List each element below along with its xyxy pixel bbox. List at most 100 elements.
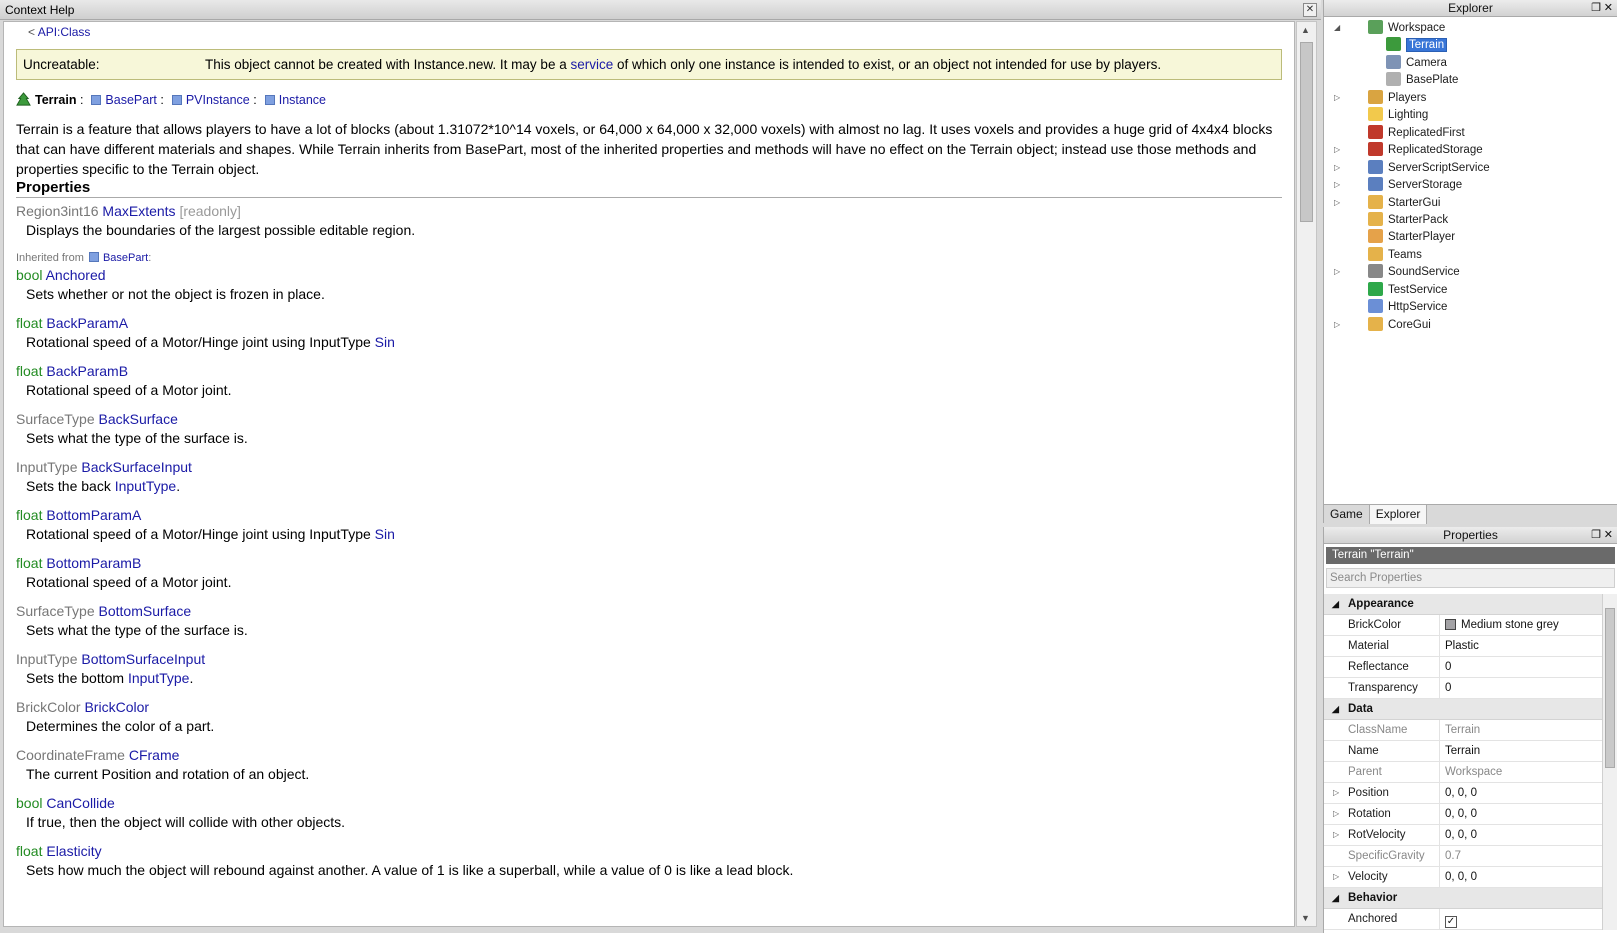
property-link[interactable]: BackSurfaceInput — [81, 459, 192, 475]
tree-item-camera[interactable]: Camera — [1386, 54, 1447, 72]
tree-item-starterpack[interactable]: StarterPack — [1368, 211, 1448, 229]
expand-icon[interactable]: ▷ — [1333, 825, 1339, 845]
property-row-name[interactable]: Name Terrain — [1324, 741, 1602, 762]
category-data[interactable]: ◢ Data — [1324, 699, 1602, 720]
expand-icon[interactable]: ◢ — [1334, 19, 1344, 37]
chain-link-instance[interactable]: Instance — [279, 93, 326, 107]
property-row-rotation[interactable]: ▷ Rotation 0, 0, 0 — [1324, 804, 1602, 825]
property-row-velocity[interactable]: ▷ Velocity 0, 0, 0 — [1324, 867, 1602, 888]
description-text: Rotational speed of a Motor/Hinge joint … — [26, 526, 375, 542]
property-link[interactable]: BottomSurfaceInput — [81, 651, 205, 667]
service-link[interactable]: service — [570, 57, 613, 72]
property-row-material[interactable]: Material Plastic — [1324, 636, 1602, 657]
tree-item-lighting[interactable]: Lighting — [1368, 106, 1428, 124]
property-link[interactable]: Anchored — [46, 267, 106, 283]
expand-icon[interactable]: ▷ — [1334, 263, 1344, 281]
property-link[interactable]: BottomSurface — [99, 603, 192, 619]
description-suffix: . — [176, 478, 181, 494]
expand-icon[interactable]: ▷ — [1333, 867, 1339, 887]
property-link[interactable]: BottomParamB — [46, 555, 141, 571]
property-row-specificgravity[interactable]: SpecificGravity 0.7 — [1324, 846, 1602, 867]
expand-icon[interactable]: ▷ — [1334, 316, 1344, 334]
tree-item-terrain[interactable]: Terrain — [1386, 36, 1448, 54]
property-row-classname[interactable]: ClassName Terrain — [1324, 720, 1602, 741]
property-link[interactable]: BottomParamA — [46, 507, 141, 523]
tab-explorer[interactable]: Explorer — [1369, 505, 1428, 524]
tree-item-serverscriptservice[interactable]: ▷ ServerScriptService — [1334, 159, 1490, 177]
property-link[interactable]: CFrame — [129, 747, 180, 763]
chain-link-pvinstance[interactable]: PVInstance — [186, 93, 250, 107]
expand-icon[interactable]: ▷ — [1334, 141, 1344, 159]
collapse-icon[interactable]: ◢ — [1332, 888, 1339, 909]
scroll-down-icon[interactable]: ▼ — [1301, 913, 1310, 923]
category-appearance[interactable]: ◢ Appearance — [1324, 594, 1602, 615]
inherited-class-link[interactable]: BasePart — [103, 252, 148, 264]
property-value[interactable]: 0, 0, 0 — [1439, 783, 1602, 803]
tree-item-replicatedstorage[interactable]: ▷ ReplicatedStorage — [1334, 141, 1483, 159]
property-row-position[interactable]: ▷ Position 0, 0, 0 — [1324, 783, 1602, 804]
close-icon[interactable]: ✕ — [1604, 527, 1613, 544]
property-row-anchored[interactable]: Anchored ✓ — [1324, 909, 1602, 930]
tab-game[interactable]: Game — [1324, 505, 1370, 524]
property-value[interactable]: 0 — [1439, 678, 1602, 698]
scroll-thumb[interactable] — [1300, 42, 1313, 222]
expand-icon[interactable]: ▷ — [1334, 194, 1344, 212]
property-link[interactable]: CanCollide — [46, 795, 114, 811]
property-link[interactable]: BackSurface — [99, 411, 178, 427]
scroll-up-icon[interactable]: ▲ — [1301, 25, 1310, 35]
tree-item-replicatedfirst[interactable]: ReplicatedFirst — [1368, 124, 1465, 142]
tree-item-serverstorage[interactable]: ▷ ServerStorage — [1334, 176, 1462, 194]
property-link[interactable]: BackParamB — [46, 363, 128, 379]
property-row-rotvelocity[interactable]: ▷ RotVelocity 0, 0, 0 — [1324, 825, 1602, 846]
description-link[interactable]: InputType — [115, 478, 177, 494]
tree-item-soundservice[interactable]: ▷ SoundService — [1334, 263, 1460, 281]
property-value[interactable]: 0, 0, 0 — [1439, 825, 1602, 845]
properties-scrollbar[interactable] — [1602, 594, 1617, 930]
chain-link-basepart[interactable]: BasePart — [105, 93, 156, 107]
property-row-reflectance[interactable]: Reflectance 0 — [1324, 657, 1602, 678]
tree-item-teams[interactable]: Teams — [1368, 246, 1422, 264]
property-row-parent[interactable]: Parent Workspace — [1324, 762, 1602, 783]
property-link[interactable]: BrickColor — [84, 699, 149, 715]
search-input[interactable]: Search Properties — [1326, 568, 1615, 588]
expand-icon[interactable]: ▷ — [1333, 804, 1339, 824]
undock-icon[interactable]: ❐ — [1591, 527, 1601, 544]
tree-item-httpservice[interactable]: HttpService — [1368, 298, 1447, 316]
tree-item-testservice[interactable]: TestService — [1368, 281, 1447, 299]
expand-icon[interactable]: ▷ — [1333, 783, 1339, 803]
collapse-icon[interactable]: ◢ — [1332, 699, 1339, 720]
description-link[interactable]: Sin — [375, 334, 395, 350]
property-row-brickcolor[interactable]: BrickColor Medium stone grey — [1324, 615, 1602, 636]
scroll-thumb[interactable] — [1605, 608, 1615, 768]
expand-icon[interactable]: ▷ — [1334, 89, 1344, 107]
tree-item-workspace[interactable]: ◢ Workspace — [1334, 19, 1445, 37]
property-link[interactable]: MaxExtents — [102, 203, 175, 219]
tree-item-starterplayer[interactable]: StarterPlayer — [1368, 228, 1455, 246]
property-value[interactable]: 0 — [1439, 657, 1602, 677]
property-value[interactable]: Terrain — [1439, 741, 1602, 761]
property-value[interactable]: 0, 0, 0 — [1439, 867, 1602, 887]
property-row-transparency[interactable]: Transparency 0 — [1324, 678, 1602, 699]
close-icon[interactable]: ✕ — [1604, 0, 1613, 17]
property-value[interactable]: 0, 0, 0 — [1439, 804, 1602, 824]
expand-icon[interactable]: ▷ — [1334, 159, 1344, 177]
property-value[interactable]: Plastic — [1439, 636, 1602, 656]
tree-item-coregui[interactable]: ▷ CoreGui — [1334, 316, 1431, 334]
tree-item-baseplate[interactable]: BasePlate — [1386, 71, 1458, 89]
property-link[interactable]: BackParamA — [46, 315, 128, 331]
expand-icon[interactable]: ▷ — [1334, 176, 1344, 194]
help-scrollbar[interactable]: ▲ ▼ — [1296, 21, 1317, 927]
property-value[interactable]: ✓ — [1439, 909, 1602, 929]
tree-item-players[interactable]: ▷ Players — [1334, 89, 1426, 107]
property-value[interactable]: Medium stone grey — [1439, 615, 1602, 635]
tree-item-startergui[interactable]: ▷ StarterGui — [1334, 194, 1440, 212]
property-link[interactable]: Elasticity — [46, 843, 101, 859]
description-link[interactable]: InputType — [128, 670, 190, 686]
back-link[interactable]: API:Class — [38, 25, 91, 39]
collapse-icon[interactable]: ◢ — [1332, 594, 1339, 615]
category-behavior[interactable]: ◢ Behavior — [1324, 888, 1602, 909]
description-link[interactable]: Sin — [375, 526, 395, 542]
close-icon[interactable]: ✕ — [1303, 3, 1317, 17]
undock-icon[interactable]: ❐ — [1591, 0, 1601, 17]
checkbox-checked[interactable]: ✓ — [1445, 916, 1457, 928]
